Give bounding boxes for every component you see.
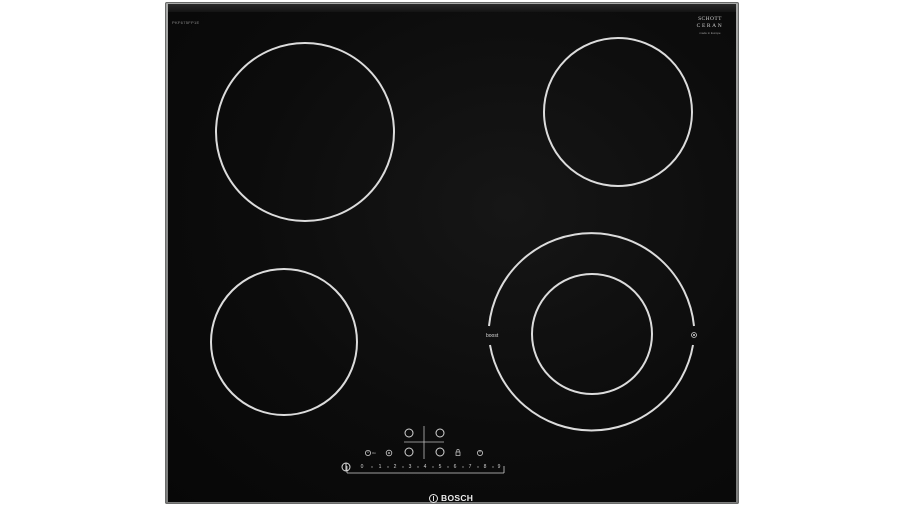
power-level-2[interactable]: 2: [394, 464, 397, 470]
zone-select-rear-right-button[interactable]: [435, 428, 445, 438]
cooking-zone-front-left-large: [215, 42, 395, 222]
power-level-7[interactable]: 7: [469, 464, 472, 470]
zone-select-front-left-button[interactable]: [404, 447, 414, 457]
boost-label: boost: [486, 333, 499, 339]
product-photo: PKF675FP1E SCHOTT CERAN made in Europe b…: [0, 0, 900, 506]
clock-icon[interactable]: [385, 449, 393, 457]
dual-zone-icon: [691, 332, 697, 338]
slider-separator-dots: [371, 466, 494, 468]
main-switch-icon[interactable]: [341, 462, 351, 472]
zone-selector: [404, 426, 444, 459]
power-level-9[interactable]: 9: [498, 464, 501, 470]
timer-icon[interactable]: [364, 449, 371, 456]
brand-name: BOSCH: [441, 493, 474, 503]
power-level-4[interactable]: 4: [424, 464, 427, 470]
brand-logo: BOSCH: [429, 492, 473, 504]
lock-icon[interactable]: [455, 449, 461, 456]
power-level-8[interactable]: 8: [484, 464, 487, 470]
power-level-1[interactable]: 1: [379, 464, 382, 470]
cooking-zone-rear-right: [543, 37, 693, 187]
cooking-zone-dual-outer-arc-top: [488, 232, 695, 327]
cooking-zone-dual-inner: [531, 273, 653, 395]
power-level-6[interactable]: 6: [454, 464, 457, 470]
power-level-3[interactable]: 3: [409, 464, 412, 470]
power-icon[interactable]: [476, 449, 483, 456]
timer-label: On: [372, 451, 377, 455]
zone-select-rear-left-button[interactable]: [404, 428, 414, 438]
cooking-zones-layer: [210, 37, 697, 474]
power-level-5[interactable]: 5: [439, 464, 442, 470]
bosch-armature-icon: [429, 493, 438, 503]
cooking-zone-front-left: [210, 268, 358, 416]
cooking-zone-dual-outer-arc-bottom: [489, 344, 694, 432]
zone-select-front-right-button[interactable]: [435, 447, 445, 457]
power-level-0[interactable]: 0: [361, 464, 364, 470]
